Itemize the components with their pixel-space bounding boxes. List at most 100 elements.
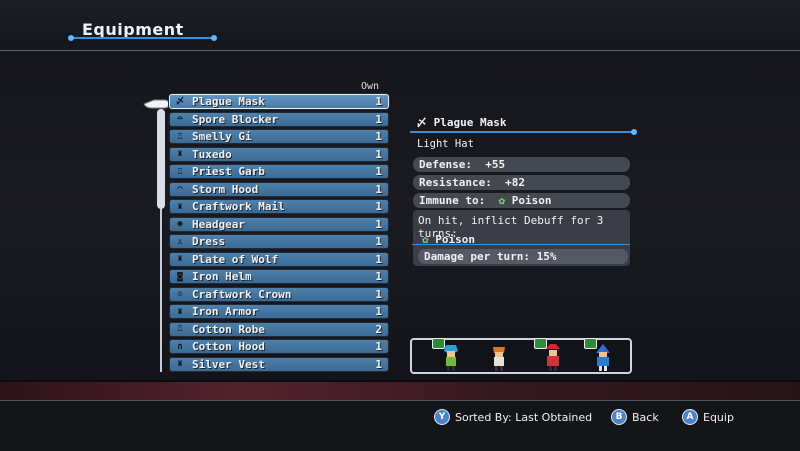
pointing-hand-cursor-icon bbox=[143, 99, 170, 109]
hat-icon: ⌒ bbox=[177, 184, 183, 194]
equip-hint[interactable]: A Equip bbox=[682, 409, 734, 425]
own-column-header: Own bbox=[361, 81, 380, 92]
list-item-tuxedo[interactable]: ♜ Tuxedo 1 bbox=[169, 146, 389, 162]
helmet-icon: ◉ bbox=[177, 219, 183, 229]
item-quantity: 1 bbox=[375, 235, 382, 248]
item-quantity: 1 bbox=[375, 130, 382, 143]
armor-icon: ♜ bbox=[177, 149, 183, 159]
detail-underline bbox=[410, 129, 637, 135]
poison-icon: ✿ bbox=[498, 194, 506, 207]
item-name: Tuxedo bbox=[192, 147, 232, 161]
equip-indicator-icon bbox=[432, 338, 445, 349]
list-item-storm-hood[interactable]: ⌒ Storm Hood 1 bbox=[169, 181, 389, 197]
hat-icon: ⌓ bbox=[177, 114, 183, 124]
list-item-craftwork-crown[interactable]: ♔ Craftwork Crown 1 bbox=[169, 286, 389, 302]
party-member-1 bbox=[432, 338, 462, 373]
back-label: Back bbox=[632, 410, 659, 424]
back-hint[interactable]: B Back bbox=[611, 409, 659, 425]
hood-icon: ∩ bbox=[177, 341, 183, 352]
immunity-stat: Immune to: ✿ Poison bbox=[413, 193, 630, 208]
sort-label: Sorted By: Last Obtained bbox=[455, 410, 593, 424]
item-quantity: 1 bbox=[375, 357, 382, 371]
resistance-label: Resistance: bbox=[419, 176, 492, 189]
resistance-stat: Resistance: +82 bbox=[413, 175, 630, 190]
item-subtype: Light Hat bbox=[417, 138, 474, 150]
item-name: Plate of Wolf bbox=[192, 252, 279, 266]
mask-icon: 〆 bbox=[416, 116, 427, 129]
debuff-divider bbox=[412, 244, 630, 245]
list-item-silver-vest[interactable]: ♜ Silver Vest 1 bbox=[169, 356, 389, 372]
item-name: Iron Helm bbox=[192, 270, 252, 283]
armor-icon: ♖ bbox=[177, 131, 183, 142]
helmet-icon: ◙ bbox=[177, 271, 183, 282]
list-item-iron-armor[interactable]: ♜ Iron Armor 1 bbox=[169, 304, 389, 319]
item-name: Headgear bbox=[192, 217, 245, 231]
title-underline bbox=[68, 35, 217, 41]
party-member-4 bbox=[584, 338, 614, 373]
party-preview bbox=[410, 338, 632, 374]
list-item-dress[interactable]: ♙ Dress 1 bbox=[169, 234, 389, 249]
armor-icon: ♖ bbox=[177, 166, 183, 177]
item-name: Storm Hood bbox=[192, 182, 259, 196]
robe-icon: ♖ bbox=[177, 324, 183, 334]
defense-value: +55 bbox=[485, 158, 506, 171]
list-item-iron-helm[interactable]: ◙ Iron Helm 1 bbox=[169, 269, 389, 284]
list-item-cotton-robe[interactable]: ♖ Cotton Robe 2 bbox=[169, 321, 389, 337]
party-member-2 bbox=[488, 343, 510, 373]
item-name: Priest Garb bbox=[192, 165, 265, 178]
y-button-icon: Y bbox=[434, 409, 450, 425]
defense-stat: Defense: +55 bbox=[413, 157, 630, 172]
list-item-cotton-hood[interactable]: ∩ Cotton Hood 1 bbox=[169, 339, 389, 354]
item-quantity: 1 bbox=[375, 340, 382, 353]
item-quantity: 1 bbox=[375, 252, 382, 266]
item-quantity: 1 bbox=[375, 305, 382, 318]
defense-label: Defense: bbox=[419, 158, 472, 171]
item-quantity: 1 bbox=[375, 270, 382, 283]
a-button-icon: A bbox=[682, 409, 698, 425]
armor-icon: ♜ bbox=[177, 201, 183, 212]
item-name: Craftwork Mail bbox=[192, 200, 285, 213]
list-item-plate-of-wolf[interactable]: ♜ Plate of Wolf 1 bbox=[169, 251, 389, 267]
equipment-list: 〆 Plague Mask 1 ⌓ Spore Blocker 1 ♖ Smel… bbox=[169, 94, 389, 374]
sort-hint[interactable]: Y Sorted By: Last Obtained bbox=[434, 409, 592, 425]
armor-icon: ♜ bbox=[177, 306, 183, 317]
mask-icon: 〆 bbox=[175, 96, 185, 107]
item-quantity: 1 bbox=[375, 217, 382, 231]
crown-icon: ♔ bbox=[177, 289, 183, 299]
armor-icon: ♜ bbox=[177, 254, 183, 264]
footer-bar bbox=[0, 400, 800, 451]
item-name: Dress bbox=[192, 235, 226, 248]
item-name: Spore Blocker bbox=[192, 112, 279, 126]
item-quantity: 2 bbox=[375, 322, 382, 336]
background-strip bbox=[0, 382, 800, 402]
item-quantity: 1 bbox=[375, 165, 382, 178]
list-item-headgear[interactable]: ◉ Headgear 1 bbox=[169, 216, 389, 232]
immune-label: Immune to: bbox=[419, 194, 486, 207]
damage-per-turn: Damage per turn: 15% bbox=[418, 249, 628, 264]
resistance-value: +82 bbox=[505, 176, 525, 189]
item-name: Cotton Robe bbox=[192, 322, 265, 336]
equip-label: Equip bbox=[703, 410, 734, 424]
list-item-craftwork-mail[interactable]: ♜ Craftwork Mail 1 bbox=[169, 199, 389, 214]
item-quantity: 1 bbox=[375, 112, 382, 126]
item-quantity: 1 bbox=[375, 95, 382, 108]
robe-icon: ♙ bbox=[177, 236, 183, 247]
background-panel bbox=[0, 50, 800, 380]
scroll-thumb[interactable] bbox=[157, 109, 165, 209]
item-name: Silver Vest bbox=[192, 357, 265, 371]
equip-indicator-icon bbox=[584, 338, 597, 349]
b-button-icon: B bbox=[611, 409, 627, 425]
item-name: Iron Armor bbox=[192, 305, 259, 318]
item-name: Smelly Gi bbox=[192, 130, 252, 143]
item-name: Cotton Hood bbox=[192, 340, 265, 353]
item-quantity: 1 bbox=[375, 200, 382, 213]
list-item-plague-mask[interactable]: 〆 Plague Mask 1 bbox=[169, 94, 389, 109]
armor-icon: ♜ bbox=[177, 359, 183, 369]
party-member-3 bbox=[534, 338, 564, 373]
list-item-smelly-gi[interactable]: ♖ Smelly Gi 1 bbox=[169, 129, 389, 144]
item-name: Craftwork Crown bbox=[192, 287, 292, 301]
list-item-priest-garb[interactable]: ♖ Priest Garb 1 bbox=[169, 164, 389, 179]
item-quantity: 1 bbox=[375, 182, 382, 196]
item-quantity: 1 bbox=[375, 287, 382, 301]
list-item-spore-blocker[interactable]: ⌓ Spore Blocker 1 bbox=[169, 111, 389, 127]
